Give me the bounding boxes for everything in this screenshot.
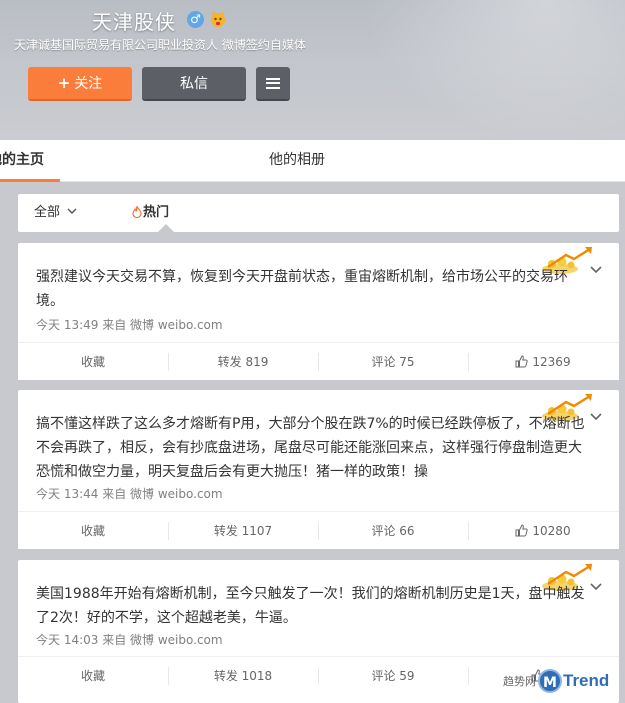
comment-button[interactable]: 评论 75 [318, 343, 468, 381]
post-menu-icon[interactable] [589, 412, 603, 422]
post-text: 强烈建议今天交易不算，恢复到今天开盘前状态，重宙熔断机制，给市场公平的交易环境。 [36, 269, 568, 309]
post-meta: 今天 13:49 来自 微博 weibo.com [36, 316, 223, 333]
profile-tabs: 他的主页 他的相册 [0, 140, 625, 182]
follow-label: 关注 [74, 76, 103, 92]
watermark-text: 趋势网 [503, 675, 536, 688]
thumb-up-icon [515, 355, 529, 368]
like-button[interactable]: 10280 [468, 512, 618, 550]
post-actions: 收藏 转发 1107 评论 66 10280 [18, 511, 619, 549]
follow-button[interactable]: + 关注 [28, 67, 132, 101]
post-menu-icon[interactable] [589, 265, 603, 275]
post-card: 搞不懂这样跌了这么多才熔断有P用，大部分个股在跌7%的时候已经跌停板了，不熔断也… [18, 390, 619, 549]
vip-badge-icon [211, 11, 225, 27]
like-count: 10280 [532, 524, 571, 538]
comment-button[interactable]: 评论 59 [318, 657, 468, 695]
more-menu-button[interactable] [256, 67, 290, 101]
repost-button[interactable]: 转发 1107 [168, 512, 318, 550]
favorite-button[interactable]: 收藏 [18, 657, 168, 695]
menu-icon [266, 77, 280, 89]
message-label: 私信 [180, 76, 208, 92]
cover-sheen [360, 0, 625, 140]
filter-hot-label: 热门 [143, 205, 170, 220]
message-button[interactable]: 私信 [142, 67, 246, 101]
plus-icon: + [57, 74, 71, 92]
post-meta: 今天 14:03 来自 微博 weibo.com [36, 631, 223, 648]
comment-button[interactable]: 评论 66 [318, 512, 468, 550]
like-count: 12369 [532, 355, 571, 369]
post-source[interactable]: 来自 微博 weibo.com [102, 633, 222, 647]
chevron-down-icon[interactable] [67, 207, 77, 215]
post-source[interactable]: 来自 微博 weibo.com [102, 318, 222, 332]
post-text: 美国1988年开始有熔断机制，至今只触发了一次！我们的熔断机制历史是1天，盘中触… [36, 586, 585, 626]
filter-pointer [158, 224, 174, 232]
repost-button[interactable]: 转发 1018 [168, 657, 318, 695]
watermark-logo-letter: M [538, 669, 562, 693]
post-menu-icon[interactable] [589, 582, 603, 592]
feed-filter-bar: 全部 热门 [18, 194, 619, 232]
filter-all[interactable]: 全部 [34, 194, 60, 232]
favorite-button[interactable]: 收藏 [18, 343, 168, 381]
tab-home-label: 他的主页 [0, 152, 44, 168]
flame-icon [132, 206, 142, 218]
tab-album[interactable]: 他的相册 [269, 140, 325, 182]
profile-name: 天津股侠 [92, 10, 176, 34]
post-source[interactable]: 来自 微博 weibo.com [102, 487, 222, 501]
watermark-logo: 趋势网 M Trend [503, 667, 621, 695]
post-text: 搞不懂这样跌了这么多才熔断有P用，大部分个股在跌7%的时候已经跌停板了，不熔断也… [36, 416, 585, 480]
favorite-button[interactable]: 收藏 [18, 512, 168, 550]
post-actions: 收藏 转发 819 评论 75 12369 [18, 342, 619, 380]
post-time[interactable]: 今天 13:44 [36, 487, 98, 501]
filter-all-label: 全部 [34, 205, 61, 220]
tab-home[interactable]: 他的主页 [0, 140, 60, 182]
like-button[interactable]: 12369 [468, 343, 618, 381]
post-meta: 今天 13:44 来自 微博 weibo.com [36, 485, 223, 502]
post-time[interactable]: 今天 13:49 [36, 318, 98, 332]
watermark-brand: Trend [563, 671, 610, 690]
gender-male-icon: ♂ [187, 11, 204, 28]
post-card: 强烈建议今天交易不算，恢复到今天开盘前状态，重宙熔断机制，给市场公平的交易环境。… [18, 243, 619, 380]
thumb-up-icon [515, 524, 529, 537]
repost-button[interactable]: 转发 819 [168, 343, 318, 381]
tab-album-label: 他的相册 [269, 152, 325, 168]
post-time[interactable]: 今天 14:03 [36, 633, 98, 647]
verification-text: 天津诚基国际贸易有限公司职业投资人 微博签约自媒体 [14, 38, 306, 52]
